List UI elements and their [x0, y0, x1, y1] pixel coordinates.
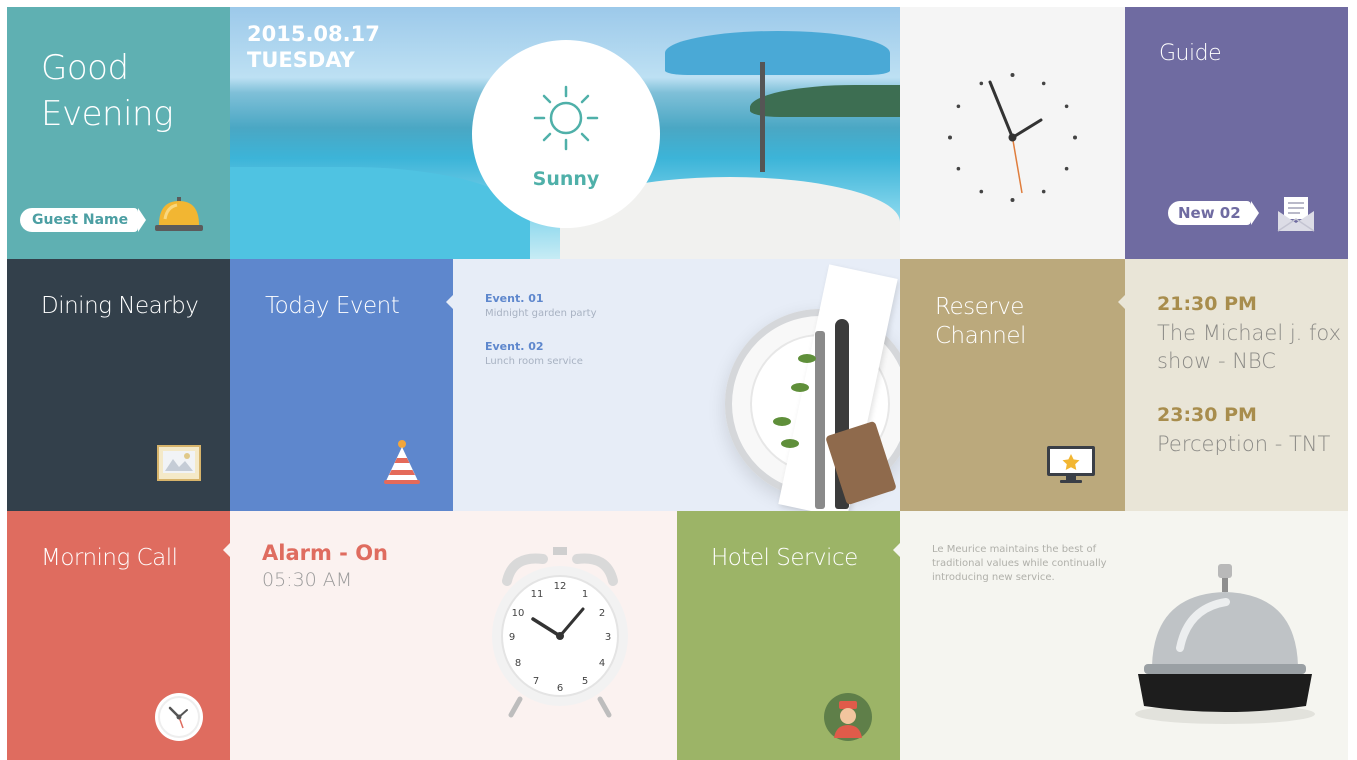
- alarm-time[interactable]: 05:30 AM: [262, 569, 352, 591]
- svg-text:6: 6: [557, 683, 563, 694]
- date-display: 2015.08.17 TUESDAY: [247, 22, 380, 72]
- alarm-clock-icon: 126 39 12 45 78 1011: [492, 547, 628, 718]
- today-event-title: Today Event: [265, 293, 400, 319]
- program-1-time: 21:30 PM: [1157, 293, 1257, 315]
- map-picture-icon: [157, 445, 201, 481]
- dining-title: Dining Nearby: [41, 293, 199, 319]
- umbrella-scenery: [665, 31, 890, 75]
- herb-leaf: [791, 383, 809, 392]
- svg-text:10: 10: [512, 608, 525, 619]
- wall-clock-icon: [155, 693, 203, 741]
- clock-tile[interactable]: [900, 7, 1125, 259]
- weather-badge[interactable]: Sunny: [472, 40, 660, 228]
- morning-call-tile[interactable]: Morning Call: [7, 511, 230, 760]
- svg-text:12: 12: [554, 581, 567, 592]
- new-count-badge: New 02: [1168, 201, 1259, 225]
- program-2-title[interactable]: Perception - TNT: [1157, 430, 1342, 458]
- svg-text:7: 7: [533, 676, 539, 687]
- hotel-service-panel[interactable]: Le Meurice maintains the best of traditi…: [900, 511, 1348, 760]
- reserve-pointer: [1118, 295, 1125, 309]
- dining-nearby-tile[interactable]: Dining Nearby: [7, 259, 230, 511]
- hotel-service-tile[interactable]: Hotel Service: [677, 511, 900, 760]
- reserve-title: Reserve Channel: [935, 294, 1026, 349]
- greeting-tile[interactable]: Good Evening Guest Name: [7, 7, 230, 259]
- svg-text:9: 9: [509, 632, 515, 643]
- program-1-title[interactable]: The Michael j. fox show - NBC: [1157, 319, 1342, 375]
- svg-text:5: 5: [582, 676, 588, 687]
- hotel-service-pointer: [893, 543, 900, 557]
- greeting-text: Good Evening: [41, 48, 173, 134]
- bellboy-icon: [824, 693, 872, 741]
- alarm-panel[interactable]: Alarm - On 05:30 AM 12 6 39 12 45 78 10 11: [230, 511, 677, 760]
- svg-text:4: 4: [599, 658, 605, 669]
- analog-clock-icon: [948, 73, 1077, 202]
- event-list-panel[interactable]: Event. 01 Midnight garden party Event. 0…: [453, 259, 900, 511]
- sun-icon: [533, 85, 599, 151]
- guest-name-badge: Guest Name: [20, 208, 147, 232]
- party-hat-icon: [384, 440, 420, 484]
- herb-leaf: [781, 439, 799, 448]
- hotel-service-title: Hotel Service: [711, 545, 858, 571]
- program-2-time: 23:30 PM: [1157, 404, 1257, 426]
- svg-text:8: 8: [515, 658, 521, 669]
- herb-leaf: [773, 417, 791, 426]
- alarm-status[interactable]: Alarm - On: [262, 541, 388, 565]
- svg-text:3: 3: [605, 632, 611, 643]
- event-2-desc: Lunch room service: [485, 356, 583, 367]
- event-1-desc: Midnight garden party: [485, 308, 597, 319]
- today-event-pointer: [446, 295, 453, 309]
- fork-image: [815, 331, 825, 509]
- morning-call-title: Morning Call: [41, 545, 178, 571]
- island-scenery: [750, 85, 900, 117]
- mail-envelope-icon: [1277, 197, 1315, 232]
- service-bell-icon: [155, 197, 203, 231]
- morning-call-pointer: [223, 543, 230, 557]
- umbrella-pole: [760, 62, 765, 172]
- tv-star-icon: [1047, 446, 1095, 483]
- service-bell-photo: [1135, 564, 1315, 724]
- event-2-label[interactable]: Event. 02: [485, 340, 544, 353]
- reserve-channel-tile[interactable]: Reserve Channel: [900, 259, 1125, 511]
- svg-text:11: 11: [531, 589, 544, 600]
- channel-schedule-panel[interactable]: 21:30 PM The Michael j. fox show - NBC 2…: [1125, 259, 1348, 511]
- guide-tile[interactable]: Guide New 02: [1125, 7, 1348, 259]
- weather-tile[interactable]: 2015.08.17 TUESDAY Sunny: [230, 7, 900, 259]
- event-1-label[interactable]: Event. 01: [485, 292, 544, 305]
- guide-title: Guide: [1159, 41, 1222, 66]
- herb-leaf: [798, 354, 816, 363]
- weather-condition: Sunny: [532, 168, 600, 190]
- today-event-tile[interactable]: Today Event: [230, 259, 453, 511]
- svg-text:1: 1: [582, 589, 588, 600]
- hotel-service-description: Le Meurice maintains the best of traditi…: [932, 544, 1107, 583]
- svg-text:2: 2: [599, 608, 605, 619]
